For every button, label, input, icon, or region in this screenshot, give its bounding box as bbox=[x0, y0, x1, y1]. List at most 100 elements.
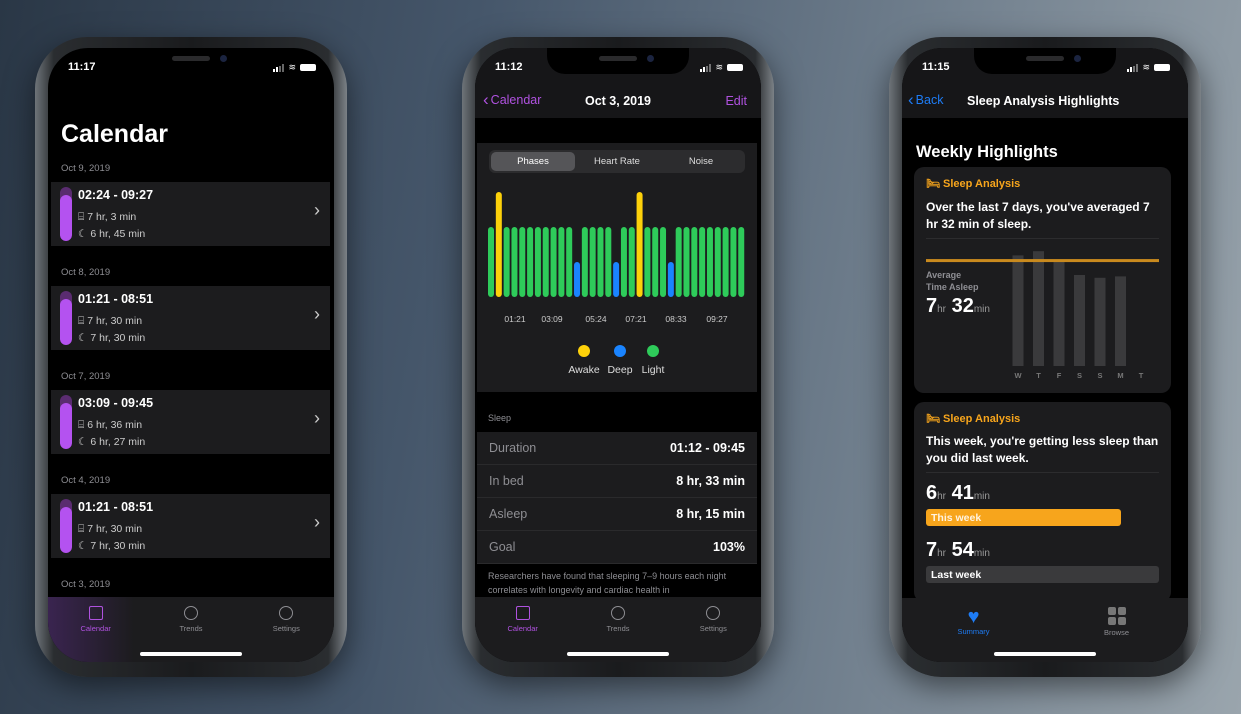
day-label: M bbox=[1117, 371, 1123, 380]
hours: 7 bbox=[926, 539, 938, 561]
table-row: Asleep 8 hr, 15 min bbox=[477, 498, 757, 531]
average-sleep-card[interactable]: 🛏 Sleep Analysis Over the last 7 days, y… bbox=[914, 167, 1171, 393]
average-label: Average Time Asleep bbox=[926, 269, 979, 293]
status-time: 11:17 bbox=[68, 61, 96, 73]
edit-button[interactable]: Edit bbox=[725, 94, 747, 108]
divider bbox=[926, 238, 1159, 239]
notch bbox=[974, 48, 1116, 74]
weekly-comparison-card[interactable]: 🛏 Sleep Analysis This week, you're getti… bbox=[914, 402, 1171, 602]
asleep-value: 6 hr, 45 min bbox=[90, 228, 146, 240]
signal-icon bbox=[1127, 63, 1139, 72]
phase-bar-light bbox=[683, 227, 690, 297]
row-label: Goal bbox=[489, 540, 516, 554]
phase-bar-light bbox=[644, 227, 651, 297]
day-bar bbox=[1053, 259, 1065, 366]
segment-phases[interactable]: Phases bbox=[491, 152, 575, 171]
back-button[interactable]: ‹ Back bbox=[908, 90, 943, 109]
tab-label: Calendar bbox=[80, 624, 111, 633]
screen: 11:15 ≋ ‹ Back Sleep Analysis Highlights … bbox=[902, 48, 1188, 662]
x-tick-label: 05:24 bbox=[585, 314, 607, 324]
phase-bar-light bbox=[527, 227, 534, 297]
phase-bar-light bbox=[699, 227, 706, 297]
tab-label: Trends bbox=[179, 624, 203, 633]
phase-bar-light bbox=[511, 227, 518, 297]
day-bar bbox=[1033, 251, 1044, 366]
time-range: 02:24 - 09:27 bbox=[78, 188, 154, 202]
day-label: W bbox=[1014, 371, 1022, 380]
day-label: T bbox=[1036, 371, 1041, 380]
row-label: In bed bbox=[489, 474, 524, 488]
unit: min bbox=[973, 491, 990, 502]
row-value: 01:12 - 09:45 bbox=[669, 441, 745, 455]
sleep-entry[interactable]: 02:24 - 09:27 ⌸ 7 hr, 3 min ☾ 6 hr, 45 m… bbox=[51, 182, 330, 246]
phone-day-detail: 11:12 ≋ ‹ Calendar Oct 3, 2019 Edit Phase… bbox=[462, 37, 774, 677]
tab-label: Settings bbox=[699, 624, 727, 633]
row-label: Duration bbox=[489, 441, 537, 455]
asleep-line: ☾ 7 hr, 30 min bbox=[78, 332, 145, 344]
tag-label: Sleep Analysis bbox=[943, 178, 1021, 190]
time-range: 01:21 - 08:51 bbox=[78, 500, 154, 514]
chevron-right-icon: › bbox=[314, 200, 320, 220]
phase-bar-light bbox=[620, 227, 627, 297]
minutes: 32 bbox=[951, 295, 974, 317]
tab-settings[interactable]: Settings bbox=[673, 606, 753, 662]
segment-heart-rate[interactable]: Heart Rate bbox=[575, 152, 659, 171]
wifi-icon: ≋ bbox=[715, 62, 723, 72]
day-bar bbox=[1094, 277, 1106, 366]
x-tick-label: 03:09 bbox=[541, 314, 563, 324]
card-text: Over the last 7 days, you've averaged 7 … bbox=[926, 200, 1150, 231]
sleep-table: Duration 01:12 - 09:45 In bed 8 hr, 33 min A… bbox=[477, 432, 757, 564]
legend-label: Light bbox=[642, 364, 665, 376]
phase-bar-light bbox=[628, 227, 635, 297]
card-tag: 🛏 Sleep Analysis bbox=[926, 412, 1020, 425]
legend-label: Awake bbox=[568, 364, 599, 376]
phase-bar-light bbox=[652, 227, 659, 297]
card-text: This week, you're getting less sleep tha… bbox=[926, 434, 1159, 465]
nav-title: Oct 3, 2019 bbox=[584, 94, 651, 108]
phase-bar-light bbox=[581, 227, 588, 297]
in-bed-line: ⌸ 6 hr, 36 min bbox=[78, 419, 142, 432]
time-range: 03:09 - 09:45 bbox=[78, 396, 154, 410]
settings-icon bbox=[706, 606, 721, 620]
tab-calendar[interactable]: Calendar bbox=[56, 606, 136, 662]
in-bed-value: 6 hr, 36 min bbox=[87, 419, 143, 431]
phone-highlights: 11:15 ≋ ‹ Back Sleep Analysis Highlights … bbox=[889, 37, 1201, 677]
settings-icon bbox=[279, 606, 294, 620]
bed-icon: 🛏 bbox=[926, 178, 940, 190]
minutes: 41 bbox=[951, 482, 974, 504]
phase-bar-light bbox=[558, 227, 565, 297]
heart-icon: ♥ bbox=[967, 606, 980, 628]
average-label-line: Average bbox=[926, 270, 962, 280]
phase-bar-light bbox=[605, 227, 612, 297]
battery-icon bbox=[300, 64, 316, 71]
sleep-entry[interactable]: 01:21 - 08:51 ⌸ 7 hr, 30 min ☾ 7 hr, 30 … bbox=[51, 494, 330, 558]
sleep-entry[interactable]: 03:09 - 09:45 ⌸ 6 hr, 36 min ☾ 6 hr, 27 … bbox=[51, 390, 330, 454]
tab-settings[interactable]: Settings bbox=[246, 606, 326, 662]
wifi-icon: ≋ bbox=[288, 62, 296, 72]
segmented-control: Phases Heart Rate Noise bbox=[489, 150, 745, 173]
section-label: Sleep bbox=[488, 413, 512, 423]
moon-icon: ☾ bbox=[78, 540, 88, 552]
home-indicator bbox=[567, 652, 669, 656]
day-bar bbox=[1115, 276, 1126, 366]
description-text: Researchers have found that sleeping 7–9… bbox=[488, 571, 727, 595]
phase-bar-light bbox=[738, 227, 745, 297]
calendar-icon bbox=[515, 606, 530, 620]
sleep-entry[interactable]: 01:21 - 08:51 ⌸ 7 hr, 30 min ☾ 7 hr, 30 … bbox=[51, 286, 330, 350]
phase-bar-deep bbox=[667, 262, 674, 297]
phase-bar-light bbox=[706, 227, 713, 297]
segment-noise[interactable]: Noise bbox=[659, 152, 743, 171]
tab-calendar[interactable]: Calendar bbox=[483, 606, 563, 662]
card-tag: 🛏 Sleep Analysis bbox=[926, 177, 1020, 190]
signal-icon bbox=[700, 63, 712, 72]
phase-bar-awake bbox=[495, 192, 502, 297]
row-label: Asleep bbox=[489, 507, 528, 521]
sleep-efficiency-bar bbox=[60, 187, 72, 241]
phase-bar-light bbox=[519, 227, 526, 297]
status-icons: ≋ bbox=[700, 62, 743, 73]
bed-icon: ⌸ bbox=[78, 419, 85, 431]
tab-label: Trends bbox=[606, 624, 630, 633]
chevron-left-icon: ‹ bbox=[908, 90, 914, 109]
section-heading: Weekly Highlights bbox=[916, 143, 1058, 161]
legend-label: Deep bbox=[607, 364, 632, 376]
